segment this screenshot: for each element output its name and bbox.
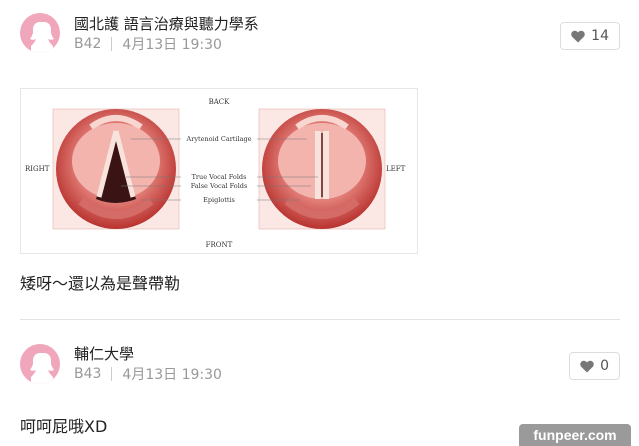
post-divider bbox=[20, 319, 620, 320]
post-time: 4月13日 19:30 bbox=[122, 367, 222, 383]
female-silhouette-icon bbox=[30, 353, 54, 384]
heart-icon bbox=[571, 30, 585, 42]
meta-divider bbox=[111, 367, 113, 381]
floor-number: B43 bbox=[74, 366, 102, 382]
label-back: BACK bbox=[209, 98, 231, 106]
larynx-closed bbox=[258, 108, 386, 230]
larynx-open bbox=[52, 108, 180, 230]
post-meta: B43 4月13日 19:30 bbox=[74, 364, 222, 384]
post-body: 呵呵屁哦XD bbox=[20, 417, 108, 436]
vocal-folds-diagram: BACK FRONT RIGHT LEFT Arytenoid Cartilag… bbox=[25, 98, 406, 249]
label-epiglottis: Epiglottis bbox=[203, 196, 235, 204]
meta-divider bbox=[111, 37, 113, 51]
like-count: 14 bbox=[591, 28, 609, 44]
avatar[interactable] bbox=[20, 344, 60, 384]
label-left: LEFT bbox=[386, 165, 406, 173]
post-time: 4月13日 19:30 bbox=[122, 37, 222, 53]
label-true-folds: True Vocal Folds bbox=[192, 173, 247, 181]
label-right: RIGHT bbox=[25, 165, 50, 173]
author-name[interactable]: 輔仁大學 bbox=[74, 343, 134, 364]
label-false-folds: False Vocal Folds bbox=[191, 182, 248, 190]
label-arytenoid: Arytenoid Cartilage bbox=[186, 135, 252, 143]
label-front: FRONT bbox=[206, 241, 233, 249]
like-button[interactable]: 0 bbox=[569, 352, 620, 380]
female-silhouette-icon bbox=[30, 22, 54, 53]
post-meta: B42 4月13日 19:30 bbox=[74, 34, 222, 54]
site-watermark: funpeer.com bbox=[519, 424, 631, 446]
floor-number: B42 bbox=[74, 36, 102, 52]
post-body: 矮呀～還以為是聲帶勒 bbox=[20, 274, 181, 293]
avatar[interactable] bbox=[20, 13, 60, 53]
like-button[interactable]: 14 bbox=[560, 22, 620, 50]
heart-icon bbox=[580, 360, 594, 372]
author-name[interactable]: 國北護 語言治療與聽力學系 bbox=[74, 13, 259, 34]
post-image[interactable]: BACK FRONT RIGHT LEFT Arytenoid Cartilag… bbox=[20, 88, 418, 254]
like-count: 0 bbox=[600, 358, 609, 374]
